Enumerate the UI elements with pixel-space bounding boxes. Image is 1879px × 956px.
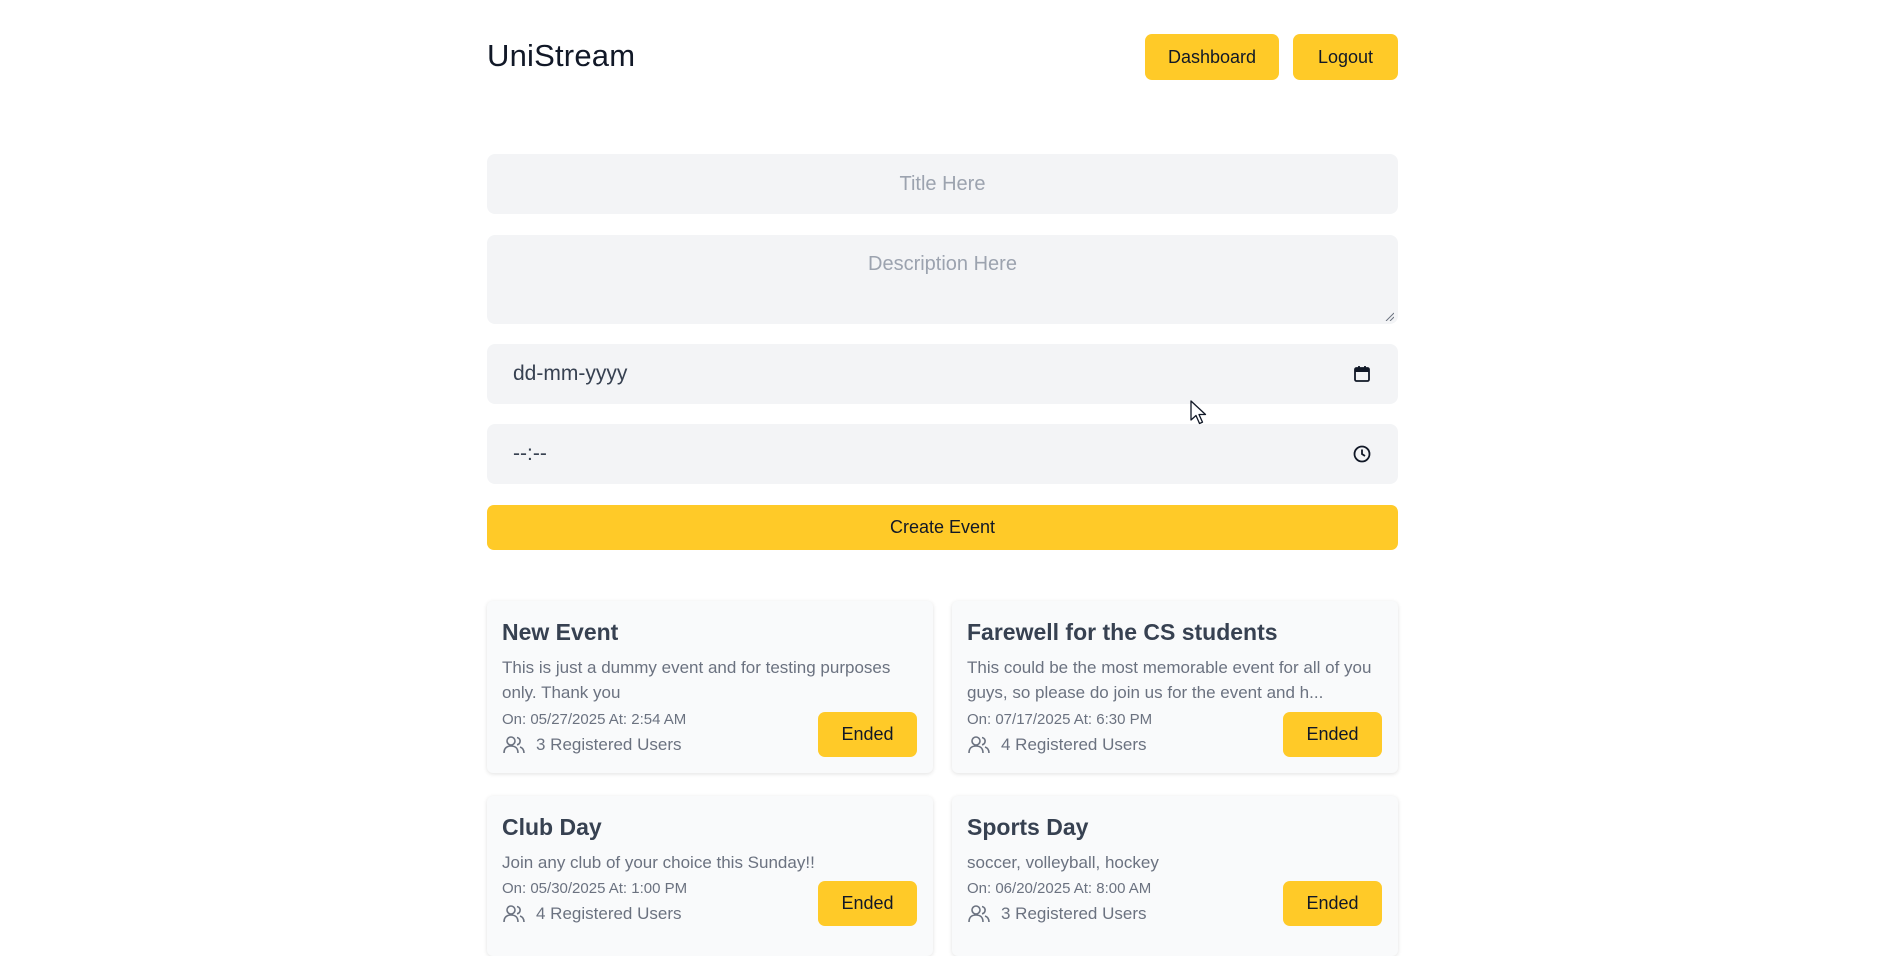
- event-title: Sports Day: [967, 814, 1089, 840]
- clock-icon[interactable]: [1352, 444, 1372, 464]
- brand-logo[interactable]: UniStream: [487, 38, 635, 74]
- event-card: Club Day Join any club of your choice th…: [487, 796, 933, 956]
- description-textarea[interactable]: Description Here: [487, 235, 1398, 324]
- registered-users-count: 4 Registered Users: [536, 904, 682, 923]
- event-card: Sports Day soccer, volleyball, hockey On…: [952, 796, 1398, 956]
- event-description: This could be the most memorable event f…: [967, 658, 1372, 702]
- users-icon: [968, 905, 990, 923]
- registered-users-count: 3 Registered Users: [1001, 904, 1147, 923]
- users-icon: [968, 736, 990, 754]
- mouse-cursor-icon: [1190, 400, 1207, 425]
- registered-users: 3 Registered Users: [967, 904, 1147, 924]
- event-datetime: On: 05/30/2025 At: 1:00 PM: [502, 880, 688, 897]
- event-description: soccer, volleyball, hockey: [967, 853, 1159, 872]
- top-header: UniStream Dashboard Logout: [487, 34, 1398, 80]
- ended-button[interactable]: Ended: [818, 712, 917, 757]
- ended-button[interactable]: Ended: [1283, 712, 1382, 757]
- ended-button[interactable]: Ended: [1283, 881, 1382, 926]
- date-input[interactable]: dd-mm-yyyy: [487, 344, 1398, 404]
- users-icon: [503, 905, 525, 923]
- ended-button[interactable]: Ended: [818, 881, 917, 926]
- dashboard-button[interactable]: Dashboard: [1145, 34, 1279, 80]
- date-value: dd-mm-yyyy: [513, 362, 628, 385]
- event-description: Join any club of your choice this Sunday…: [502, 853, 815, 872]
- create-event-button[interactable]: Create Event: [487, 505, 1398, 550]
- event-title: Club Day: [502, 814, 602, 840]
- description-placeholder: Description Here: [868, 253, 1017, 275]
- registered-users: 4 Registered Users: [502, 904, 682, 924]
- registered-users-count: 3 Registered Users: [536, 735, 682, 754]
- event-datetime: On: 07/17/2025 At: 6:30 PM: [967, 711, 1153, 728]
- time-input[interactable]: --:--: [487, 424, 1398, 484]
- logout-button[interactable]: Logout: [1293, 34, 1398, 80]
- event-card: New Event This is just a dummy event and…: [487, 601, 933, 773]
- calendar-icon[interactable]: [1352, 364, 1372, 384]
- registered-users-count: 4 Registered Users: [1001, 735, 1147, 754]
- event-title: New Event: [502, 619, 619, 645]
- resize-handle-icon[interactable]: [1384, 311, 1394, 321]
- registered-users: 4 Registered Users: [967, 735, 1147, 755]
- users-icon: [503, 736, 525, 754]
- registered-users: 3 Registered Users: [502, 735, 682, 755]
- event-description: This is just a dummy event and for testi…: [502, 658, 891, 702]
- title-input[interactable]: Title Here: [487, 154, 1398, 214]
- event-title: Farewell for the CS students: [967, 619, 1278, 645]
- event-datetime: On: 05/27/2025 At: 2:54 AM: [502, 711, 687, 728]
- event-card: Farewell for the CS students This could …: [952, 601, 1398, 773]
- title-placeholder: Title Here: [899, 172, 986, 195]
- event-datetime: On: 06/20/2025 At: 8:00 AM: [967, 880, 1152, 897]
- time-value: --:--: [513, 442, 547, 465]
